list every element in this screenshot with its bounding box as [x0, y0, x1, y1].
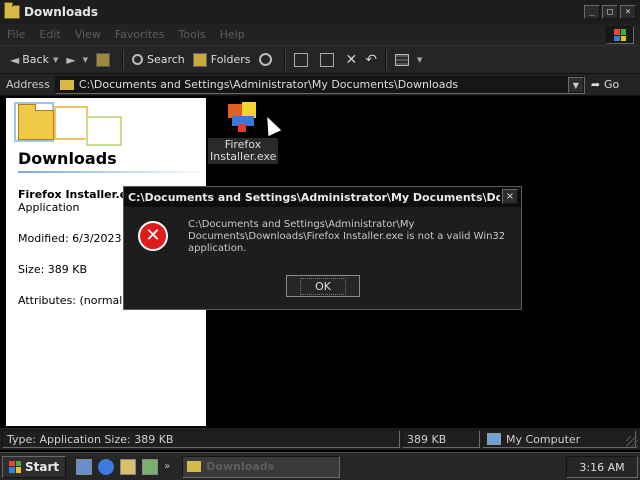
error-message: C:\Documents and Settings\Administrator\… — [188, 219, 506, 254]
firefox-installer-icon — [226, 100, 282, 137]
views-button[interactable]: ▼ — [391, 49, 426, 71]
move-to-icon — [293, 52, 308, 67]
title-bar[interactable]: Downloads _ □ × — [0, 0, 640, 24]
dialog-title: C:\Documents and Settings\Administrator\… — [128, 190, 500, 204]
forward-button[interactable]: ► ▼ — [62, 49, 92, 71]
chevron-down-icon: ▼ — [82, 55, 88, 64]
chevron-down-icon: ▼ — [52, 55, 59, 64]
mouse-cursor-icon — [260, 113, 282, 137]
copy-to-button[interactable] — [316, 49, 342, 71]
window-title: Downloads — [24, 5, 99, 19]
close-button[interactable]: × — [620, 5, 636, 19]
quick-launch — [76, 458, 159, 475]
folder-icon — [187, 461, 202, 472]
ok-label: OK — [300, 277, 346, 295]
go-arrow-icon: ➦ — [590, 78, 601, 91]
back-label: Back — [22, 53, 49, 66]
toolbar-divider — [121, 49, 124, 70]
folder-icon — [4, 2, 20, 19]
move-to-button[interactable] — [290, 49, 316, 71]
go-button[interactable]: ➦ Go — [591, 78, 619, 91]
history-icon — [258, 53, 272, 66]
search-label: Search — [146, 53, 185, 66]
toolbar: ◄ Back ▼ ► ▼ Search Folders ✕ ↶ ▼ — [0, 46, 640, 74]
address-dropdown-button[interactable]: ▼ — [567, 76, 584, 93]
minimize-button[interactable]: _ — [584, 5, 600, 19]
undo-button[interactable]: ↶ — [361, 49, 381, 71]
address-label: Address — [6, 78, 50, 91]
history-button[interactable] — [255, 49, 280, 71]
status-info: Type: Application Size: 389 KB — [2, 430, 400, 448]
system-tray: 3:16 AM — [566, 456, 638, 478]
taskbar-item-downloads[interactable]: Downloads — [182, 455, 341, 478]
status-zone-label: My Computer — [506, 432, 581, 446]
quick-launch-more-button[interactable]: » — [164, 461, 170, 472]
start-label: Start — [25, 459, 60, 474]
windows-flag-icon — [9, 460, 21, 473]
banner-square — [86, 116, 122, 146]
menu-tools[interactable]: Tools — [172, 28, 213, 41]
forward-arrow-icon: ► — [66, 52, 76, 67]
my-computer-icon — [487, 433, 501, 445]
clock[interactable]: 3:16 AM — [579, 461, 624, 474]
views-icon — [394, 53, 409, 66]
menu-view[interactable]: View — [68, 28, 108, 41]
internet-explorer-icon[interactable] — [98, 458, 115, 475]
toolbar-divider — [283, 49, 286, 70]
resize-grip[interactable] — [626, 436, 638, 448]
banner-square — [54, 106, 88, 140]
go-label: Go — [604, 78, 620, 91]
address-input[interactable]: C:\Documents and Settings\Administrator\… — [54, 75, 585, 94]
windows-logo — [606, 26, 634, 44]
menu-bar: File Edit View Favorites Tools Help — [0, 24, 640, 46]
delete-icon: ✕ — [345, 51, 358, 68]
address-bar: Address C:\Documents and Settings\Admini… — [0, 74, 640, 96]
panel-banner: Downloads — [6, 98, 206, 173]
windows-media-icon[interactable] — [142, 458, 159, 475]
error-dialog: C:\Documents and Settings\Administrator\… — [123, 186, 522, 310]
outlook-express-icon[interactable] — [120, 458, 137, 475]
menu-file[interactable]: File — [0, 28, 32, 41]
up-button[interactable] — [92, 49, 118, 71]
folders-icon — [192, 52, 207, 67]
address-value: C:\Documents and Settings\Administrator\… — [78, 78, 459, 91]
error-icon: ✕ — [138, 221, 168, 251]
search-icon — [131, 54, 143, 65]
dialog-close-button[interactable]: × — [502, 189, 518, 204]
status-zone: My Computer — [482, 430, 636, 448]
start-button[interactable]: Start — [2, 455, 67, 478]
folders-label: Folders — [210, 53, 251, 66]
menu-edit[interactable]: Edit — [32, 28, 67, 41]
folders-button[interactable]: Folders — [189, 49, 255, 71]
copy-to-icon — [319, 52, 334, 67]
status-size: 389 KB — [402, 430, 480, 448]
panel-divider — [18, 171, 206, 173]
maximize-button[interactable]: □ — [602, 5, 618, 19]
large-folder-icon — [18, 104, 54, 140]
file-item[interactable]: Firefox Installer.exe — [208, 100, 282, 164]
file-name: Firefox Installer.exe — [208, 138, 278, 164]
chevron-down-icon: ▼ — [416, 55, 423, 64]
status-bar: Type: Application Size: 389 KB 389 KB My… — [0, 428, 640, 450]
windows-flag-icon — [614, 29, 626, 41]
ok-button[interactable]: OK — [286, 275, 360, 297]
back-arrow-icon: ◄ — [10, 52, 20, 67]
dialog-title-bar[interactable]: C:\Documents and Settings\Administrator\… — [124, 187, 521, 207]
window-controls: _ □ × — [584, 5, 636, 19]
show-desktop-icon[interactable] — [76, 458, 93, 475]
toolbar-divider — [384, 49, 387, 70]
delete-button[interactable]: ✕ — [342, 49, 362, 71]
back-button[interactable]: ◄ Back ▼ — [6, 49, 62, 71]
undo-icon: ↶ — [365, 51, 377, 68]
panel-title: Downloads — [18, 149, 117, 168]
folder-icon — [59, 79, 74, 90]
taskbar-item-label: Downloads — [206, 460, 275, 473]
menu-favorites[interactable]: Favorites — [108, 28, 172, 41]
menu-help[interactable]: Help — [213, 28, 252, 41]
taskbar: Start » Downloads 3:16 AM — [0, 452, 640, 480]
search-button[interactable]: Search — [128, 49, 189, 71]
folder-up-icon — [95, 52, 110, 67]
